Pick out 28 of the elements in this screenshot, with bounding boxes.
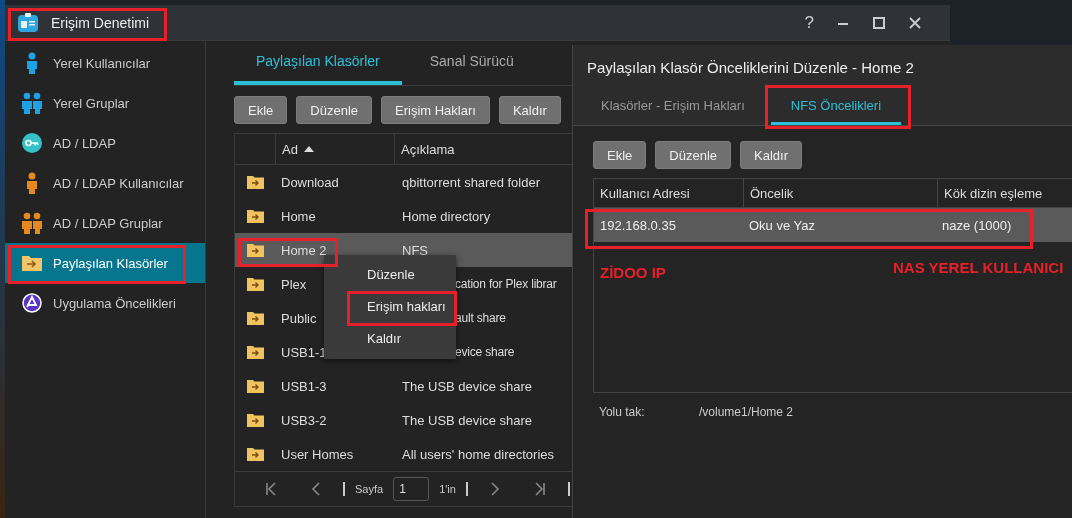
page-count: 1'in bbox=[439, 483, 456, 495]
page-label: Sayfa bbox=[355, 483, 384, 495]
folder-name: USB1-3 bbox=[280, 378, 328, 394]
address-cell-text: 192.168.0.35 bbox=[599, 217, 677, 233]
folder-name: User Homes bbox=[280, 446, 355, 462]
folder-description: The USB device share bbox=[401, 412, 534, 428]
folder-description: cation for Plex librar bbox=[454, 277, 558, 291]
folder-name: Public bbox=[280, 310, 318, 326]
folder-name: USB1-1 bbox=[280, 344, 328, 360]
folder-description: Home directory bbox=[401, 208, 492, 224]
annotation-text: ZİDOO IP bbox=[600, 264, 666, 281]
folder-name: Home 2 bbox=[280, 242, 328, 258]
folder-description: evice share bbox=[454, 345, 516, 359]
dialog-title: Paylaşılan Klasör Önceliklerini Düzenle - Home 2 bbox=[573, 45, 1072, 89]
folder-name: USB3-2 bbox=[280, 412, 328, 428]
mount-path-label: Yolu tak: bbox=[599, 405, 646, 419]
privilege-cell-text: Oku ve Yaz bbox=[748, 217, 816, 233]
mount-path-value: /volume1/Home 2 bbox=[699, 405, 794, 419]
folder-name: Download bbox=[280, 174, 340, 190]
folder-name: Plex bbox=[280, 276, 308, 292]
folder-description: qbittorrent shared folder bbox=[401, 174, 542, 190]
folder-name: Home bbox=[280, 208, 317, 224]
window-title: Erişim Denetimi bbox=[51, 14, 149, 31]
annotation-text: NAS YEREL KULLANICI bbox=[893, 259, 1064, 276]
mapping-cell-text: naze (1000) bbox=[941, 217, 1013, 233]
folder-description: NFS bbox=[401, 242, 429, 258]
folder-description: All users' home directories bbox=[401, 446, 556, 462]
folder-description: The USB device share bbox=[401, 378, 534, 394]
